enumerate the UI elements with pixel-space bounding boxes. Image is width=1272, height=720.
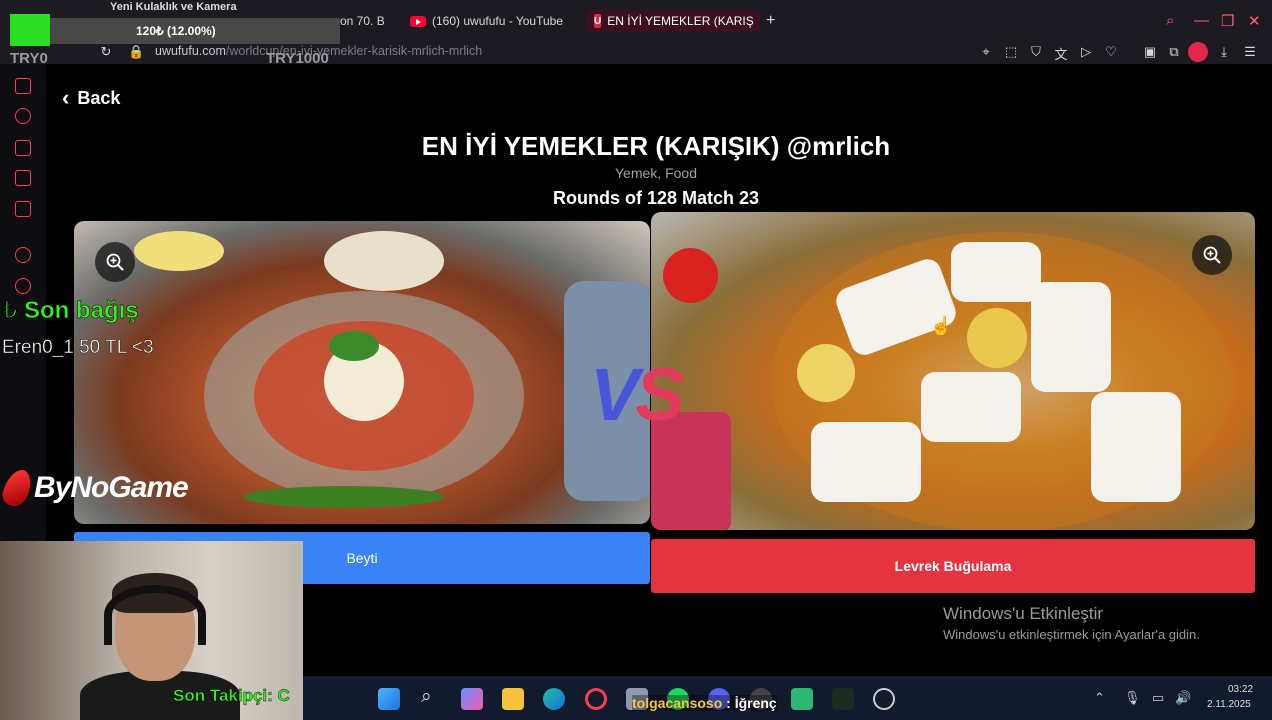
vs-s: S <box>635 353 684 436</box>
heart-icon[interactable]: ♡ <box>1103 44 1119 60</box>
download-icon[interactable]: ⤓ <box>1216 44 1232 60</box>
brand-label: ByNoGame <box>34 471 189 504</box>
pin-icon[interactable]: ⌖ <box>978 44 994 60</box>
taskbar-search-icon[interactable]: ⌕ <box>421 686 432 708</box>
edge-icon[interactable] <box>543 688 565 710</box>
back-label: Back <box>77 87 121 108</box>
tab-youtube[interactable]: (160) uwufufu - YouTube <box>410 10 580 32</box>
back-button[interactable]: ‹ Back <box>62 87 120 109</box>
page-title: EN İYİ YEMEKLER (KARIŞIK) @mrlich <box>421 131 891 161</box>
zoom-in-icon <box>1203 246 1221 264</box>
extension-badge-icon[interactable]: ▣ <box>1142 44 1158 60</box>
close-icon[interactable]: ✕ <box>1248 12 1261 30</box>
last-donation-text: Eren0_1 50 TL <3 <box>2 337 154 358</box>
chevron-left-icon: ‹ <box>62 85 70 110</box>
right-choice-image[interactable] <box>651 212 1255 530</box>
goal-min-label: TRY0 <box>10 50 48 67</box>
chat-overlay-message: tolgacansoso : İğrenç <box>632 695 777 711</box>
round-indicator: Rounds of 128 Match 23 <box>552 188 760 208</box>
copilot-icon[interactable] <box>461 688 483 710</box>
gaming-icon[interactable] <box>15 78 31 94</box>
uwufufu-icon: U <box>594 14 602 28</box>
activate-windows-title: Windows'u Etkinleştir <box>943 604 1104 623</box>
shield-icon[interactable]: ⛉ <box>1028 44 1044 60</box>
chat-text: : İğrenç <box>722 695 777 711</box>
file-explorer-icon[interactable] <box>502 688 524 710</box>
lock-icon: 🔒 <box>128 44 145 59</box>
zoom-right-button[interactable] <box>1192 235 1232 275</box>
tab-label: (160) uwufufu - YouTube <box>432 14 563 28</box>
reload-icon[interactable]: ↻ <box>98 44 114 60</box>
snapshot-icon[interactable]: ⬚ <box>1003 44 1019 60</box>
restore-icon[interactable]: ❐ <box>1221 12 1234 30</box>
translate-icon[interactable]: 文 <box>1053 44 1069 63</box>
url-path: /worldcup/en-iyi-yemekler-karisik-mrlich… <box>225 44 483 58</box>
versus-label: VS <box>590 352 685 437</box>
tab-label: on 70. B <box>340 14 385 28</box>
hand-cursor-icon: ☝ <box>930 316 953 336</box>
opera-gx-icon[interactable] <box>585 688 607 710</box>
tab-uwufufu-active[interactable]: U EN İYİ YEMEKLER (KARIŞ <box>586 10 760 32</box>
network-icon[interactable]: ▭ <box>1152 690 1164 706</box>
activate-windows-text: Windows'u etkinleştirmek için Ayarlar'a … <box>943 627 1200 642</box>
menu-icon[interactable]: ☰ <box>1242 44 1258 60</box>
right-choice-button[interactable]: Levrek Buğulama <box>651 539 1255 593</box>
history-icon[interactable] <box>15 278 31 294</box>
donation-goal-progress: 120₺ (12.00%) <box>136 24 216 38</box>
player-icon[interactable] <box>15 247 31 263</box>
url-host: uwufufu.com <box>155 44 226 58</box>
league-icon[interactable] <box>832 688 854 710</box>
tab-label: EN İYİ YEMEKLER (KARIŞ <box>607 14 754 28</box>
windows-start-icon[interactable] <box>378 688 400 710</box>
tab-opera[interactable]: on 70. B <box>340 10 390 32</box>
clock-date[interactable]: 2.11.2025 <box>1207 699 1251 710</box>
chat-username: tolgacansoso <box>632 695 723 711</box>
goal-max-label: TRY1000 <box>266 50 329 67</box>
bynogame-logo: ByNoGame <box>0 470 189 506</box>
vpn-icon[interactable] <box>1188 42 1208 62</box>
page-subtitle: Yemek, Food <box>615 165 697 181</box>
microphone-icon[interactable]: 🎙 <box>1124 690 1141 706</box>
speed-dial-icon[interactable] <box>15 108 31 124</box>
last-donation-title: ₺ Son bağış <box>2 297 139 325</box>
left-choice-label: Beyti <box>346 550 378 566</box>
last-follower: Son Takipçi: C <box>173 686 290 705</box>
tray-chevron-icon[interactable]: ⌃ <box>1094 690 1105 706</box>
zoom-in-icon <box>106 253 124 271</box>
volume-icon[interactable]: 🔊 <box>1175 690 1191 706</box>
flame-icon <box>0 470 35 506</box>
play-icon[interactable]: ▷ <box>1078 44 1094 60</box>
donation-goal-title: Yeni Kulaklık ve Kamera <box>110 1 237 13</box>
new-tab-button[interactable]: + <box>766 12 775 30</box>
clock-time[interactable]: 03:22 <box>1228 684 1253 695</box>
obs-icon[interactable] <box>873 688 895 710</box>
donation-goal-fill <box>10 14 50 46</box>
right-choice-label: Levrek Buğulama <box>894 558 1012 574</box>
puzzle-icon[interactable]: ⧉ <box>1166 44 1182 60</box>
app-green-icon[interactable] <box>791 688 813 710</box>
vs-v: V <box>590 353 639 436</box>
zoom-left-button[interactable] <box>95 242 135 282</box>
youtube-icon <box>410 15 426 27</box>
minimize-icon[interactable]: — <box>1194 12 1209 29</box>
search-icon[interactable]: ⌕ <box>1166 12 1174 29</box>
